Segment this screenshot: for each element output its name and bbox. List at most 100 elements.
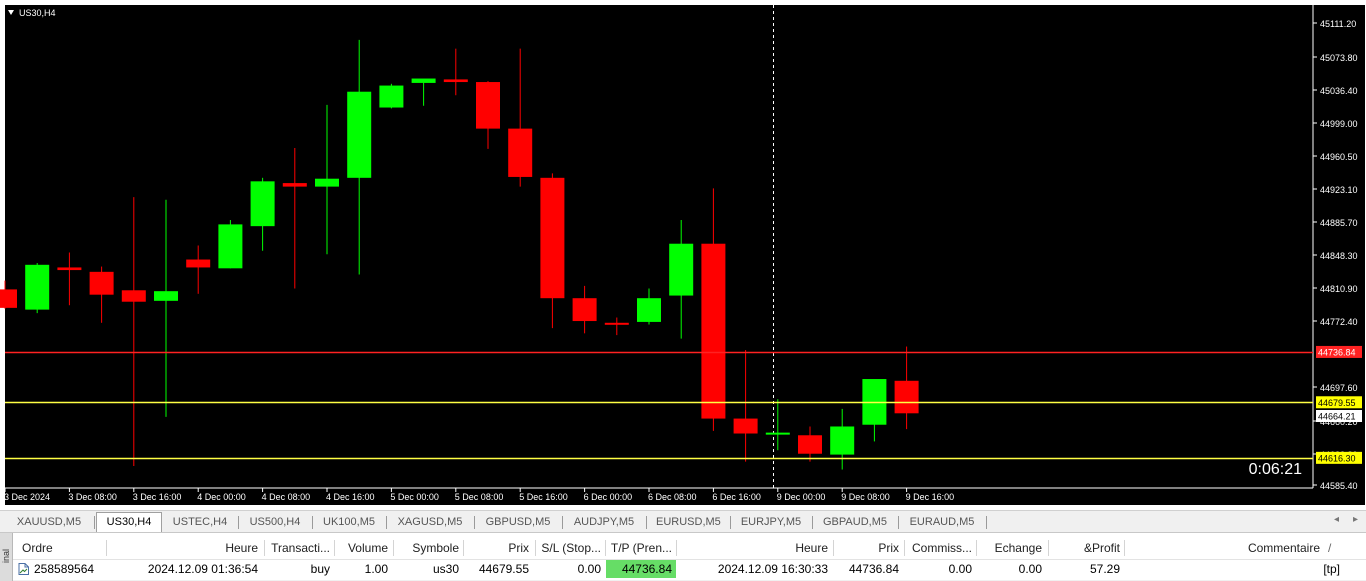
candle-body <box>798 435 822 454</box>
price-tick-label: 44999.00 <box>1320 119 1358 129</box>
time-tick-label: 6 Dec 08:00 <box>648 492 697 502</box>
col-header-tp[interactable]: T/P (Pren... <box>606 538 676 558</box>
cell-order[interactable]: 258589564 <box>30 560 106 578</box>
cell-profit[interactable]: 57.29 <box>1050 560 1124 578</box>
close-column-icon[interactable]: / <box>1324 538 1340 558</box>
price-tick-label: 44772.40 <box>1320 317 1358 327</box>
cell-symbol[interactable]: us30 <box>395 560 463 578</box>
time-tick-label: 3 Dec 08:00 <box>68 492 117 502</box>
candle-body <box>121 290 146 302</box>
time-tick-label: 3 Dec 2024 <box>4 492 50 502</box>
candle-body <box>25 264 50 310</box>
tab-divider <box>986 516 987 529</box>
cell-type[interactable]: buy <box>266 560 334 578</box>
cell-price[interactable]: 44679.55 <box>465 560 533 578</box>
column-divider <box>676 540 677 556</box>
tab-uk100-m5[interactable]: UK100,M5 <box>316 513 382 531</box>
candle-body <box>443 79 468 83</box>
tab-divider <box>312 516 313 529</box>
col-header-order[interactable]: Ordre <box>18 538 106 558</box>
cell-swap[interactable]: 0.00 <box>978 560 1046 578</box>
order-document-icon <box>18 563 29 575</box>
tab-divider <box>94 516 95 529</box>
column-divider <box>1124 540 1125 556</box>
column-divider <box>334 540 335 556</box>
time-tick-label: 5 Dec 00:00 <box>390 492 439 502</box>
tab-xauusd-m5[interactable]: XAUUSD,M5 <box>6 513 92 531</box>
col-header-price[interactable]: Prix <box>465 538 533 558</box>
price-tick-label: 44848.30 <box>1320 251 1358 261</box>
tab-xagusd-m5[interactable]: XAGUSD,M5 <box>390 513 470 531</box>
cell-commission[interactable]: 0.00 <box>906 560 976 578</box>
candle-body <box>733 418 758 434</box>
price-level-tag-text: 44616.30 <box>1318 453 1356 463</box>
terminal-side-label: inal <box>1 548 11 563</box>
candle-body <box>89 271 114 295</box>
candle-body <box>476 82 500 129</box>
time-tick-label: 5 Dec 16:00 <box>519 492 568 502</box>
col-header-swap[interactable]: Echange <box>978 538 1046 558</box>
tab-scroll-right-icon[interactable]: ▸ <box>1353 514 1358 525</box>
tab-divider <box>238 516 239 529</box>
tab-ustec-h4[interactable]: USTEC,H4 <box>166 513 234 531</box>
col-header-volume[interactable]: Volume <box>336 538 392 558</box>
tab-eurjpy-m5[interactable]: EURJPY,M5 <box>734 513 808 531</box>
cell-volume[interactable]: 1.00 <box>336 560 392 578</box>
column-divider <box>463 540 464 556</box>
tab-scroll-left-icon[interactable]: ◂ <box>1334 514 1339 525</box>
col-header-time[interactable]: Heure <box>108 538 262 558</box>
tab-gbpusd-m5[interactable]: GBPUSD,M5 <box>478 513 558 531</box>
tab-euraud-m5[interactable]: EURAUD,M5 <box>902 513 982 531</box>
column-divider <box>535 540 536 556</box>
price-level-tag-text: 44679.55 <box>1318 398 1356 408</box>
candle-body <box>218 224 243 269</box>
terminal-side-strip[interactable]: inal <box>0 533 13 581</box>
col-header-commission[interactable]: Commiss... <box>906 538 976 558</box>
cell-close-time[interactable]: 2024.12.09 16:30:33 <box>678 560 832 578</box>
cell-close-price[interactable]: 44736.84 <box>835 560 903 578</box>
col-header-comment[interactable]: Commentaire <box>1126 538 1324 558</box>
tab-gbpaud-m5[interactable]: GBPAUD,M5 <box>816 513 894 531</box>
cell-sl[interactable]: 0.00 <box>537 560 605 578</box>
col-header-profit[interactable]: &Profit <box>1050 538 1124 558</box>
chart-canvas[interactable]: 45111.20 45073.80 45036.40 44999.00 44960.50… <box>0 0 1366 510</box>
candle-body <box>315 178 339 187</box>
time-tick-label: 4 Dec 16:00 <box>326 492 375 502</box>
candle-body <box>154 291 178 301</box>
cell-comment[interactable]: [tp] <box>1126 560 1344 578</box>
column-divider <box>393 540 394 556</box>
col-header-type[interactable]: Transacti... <box>266 538 334 558</box>
column-divider <box>106 540 107 556</box>
time-tick-label: 3 Dec 16:00 <box>133 492 182 502</box>
price-tick-label: 44923.10 <box>1320 185 1358 195</box>
time-tick-label: 6 Dec 00:00 <box>584 492 633 502</box>
time-tick-label: 4 Dec 08:00 <box>262 492 311 502</box>
candle-body <box>604 322 629 325</box>
cell-tp[interactable]: 44736.84 <box>606 560 676 578</box>
candle-body <box>57 267 82 271</box>
candle-body <box>701 243 726 419</box>
candle-body <box>411 78 436 83</box>
col-header-close-price[interactable]: Prix <box>835 538 903 558</box>
col-header-close-time[interactable]: Heure <box>678 538 832 558</box>
time-tick-label: 6 Dec 16:00 <box>712 492 761 502</box>
cell-time[interactable]: 2024.12.09 01:36:54 <box>108 560 262 578</box>
candle-body <box>347 91 372 178</box>
candle-body <box>282 183 307 187</box>
price-tick-label: 44960.50 <box>1320 152 1358 162</box>
col-header-symbol[interactable]: Symbole <box>395 538 463 558</box>
chart-window[interactable]: 45111.20 45073.80 45036.40 44999.00 44960.50… <box>0 0 1366 510</box>
tab-divider <box>646 516 647 529</box>
tab-audjpy-m5[interactable]: AUDJPY,M5 <box>566 513 642 531</box>
price-tick-label: 44885.70 <box>1320 218 1358 228</box>
candle-body <box>508 128 533 177</box>
tab-us30-h4[interactable]: US30,H4 <box>96 512 162 533</box>
candle-body <box>186 259 211 268</box>
tab-divider <box>812 516 813 529</box>
price-level-tag-text: 44736.84 <box>1318 347 1356 357</box>
tab-eurusd-m5[interactable]: EURUSD,M5 <box>650 513 726 531</box>
col-header-sl[interactable]: S/L (Stop... <box>537 538 605 558</box>
tab-us500-h4[interactable]: US500,H4 <box>242 513 308 531</box>
candle-body <box>669 243 694 296</box>
tab-divider <box>474 516 475 529</box>
